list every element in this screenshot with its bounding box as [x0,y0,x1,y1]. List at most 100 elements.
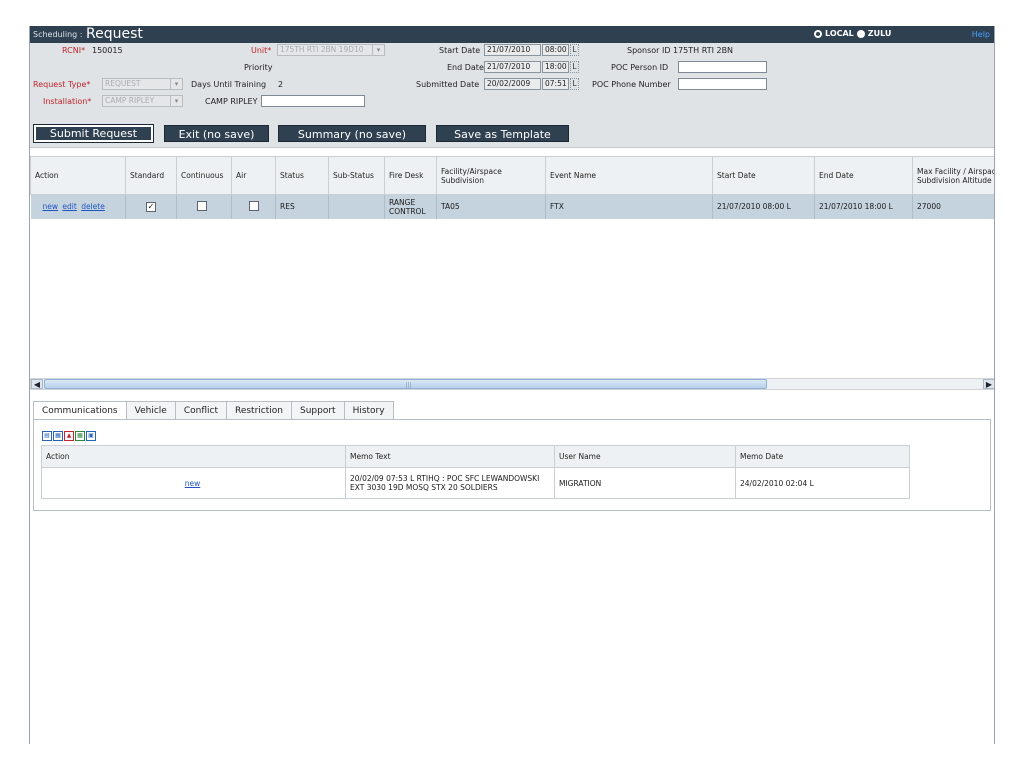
col-end-date[interactable]: End Date [814,156,913,195]
tab-vehicle[interactable]: Vehicle [125,401,176,420]
scroll-right-icon[interactable]: ▶ [983,379,994,389]
priority-label: Priority [244,63,273,72]
poc-phone-input[interactable] [678,78,767,90]
standard-checkbox[interactable]: ✓ [146,201,156,212]
col-memo-text[interactable]: Memo Text [345,445,555,468]
scrollbar-thumb[interactable]: ||| [44,379,767,389]
poc-person-input[interactable] [678,61,767,73]
col-standard[interactable]: Standard [125,156,177,195]
table-row[interactable]: new edit delete ✓ RES RANGE CONTROL TA05… [30,194,994,219]
submitted-date-label: Submitted Date [416,80,480,89]
submitted-date-input[interactable]: 20/02/2009 [484,78,541,90]
help-link[interactable]: Help [972,30,990,39]
col-user-name[interactable]: User Name [554,445,736,468]
start-date-cell: 21/07/2010 08:00 L [712,194,815,219]
col-memo-date[interactable]: Memo Date [735,445,910,468]
altitude-cell: 27000 [912,194,994,219]
air-cell [231,194,276,219]
submitted-time-input[interactable]: 07:51 [542,78,569,90]
col-start-date[interactable]: Start Date [712,156,815,195]
tab-history[interactable]: History [343,401,394,420]
excel-icon[interactable]: ▦ [53,431,63,441]
memo-date-cell: 24/02/2010 02:04 L [735,467,910,499]
camp-label: CAMP RIPLEY 1 [205,97,266,106]
col-fire-desk[interactable]: Fire Desk [384,156,437,195]
col-facility[interactable]: Facility/Airspace Subdivision [436,156,546,195]
grip-icon: ||| [405,382,412,389]
title-bar: Scheduling : Request LOCAL ZULU Help [30,26,994,43]
continuous-checkbox[interactable] [197,200,207,211]
days-label: Days Until Training [191,80,267,89]
exit-no-save-button[interactable]: Exit (no save) [164,125,269,142]
col-air[interactable]: Air [231,156,276,195]
print-icon[interactable]: ▤ [42,431,52,441]
local-label: LOCAL [825,29,854,38]
rcni-label: RCNI* [62,46,86,55]
delete-link[interactable]: delete [81,202,105,211]
app-frame: Scheduling : Request LOCAL ZULU Help RCN… [29,26,995,744]
tab-support[interactable]: Support [290,401,345,420]
scroll-left-icon[interactable]: ◀ [31,379,43,389]
start-date-input[interactable]: 21/07/2010 [484,44,541,56]
col-comm-action[interactable]: Action [41,445,346,468]
standard-cell: ✓ [125,194,177,219]
communications-panel: ▤ ▦ ▲ ▦ ▣ Action Memo Text User Name Mem… [33,419,991,511]
col-status[interactable]: Status [275,156,329,195]
zulu-radio[interactable] [856,29,865,38]
request-type-select: REQUEST ▾ [102,78,183,90]
save-as-template-button[interactable]: Save as Template [436,125,569,142]
local-radio[interactable] [814,29,822,38]
submit-request-button[interactable]: Submit Request [33,124,154,143]
tab-communications[interactable]: Communications [33,401,127,421]
request-type-label: Request Type* [33,80,91,89]
days-value: 2 [278,80,284,89]
pdf-icon[interactable]: ▲ [64,431,74,441]
poc-person-label: POC Person ID [611,63,669,72]
col-continuous[interactable]: Continuous [176,156,232,195]
horizontal-scrollbar[interactable]: ◀ ||| ▶ [30,378,994,390]
end-date-label: End Date [447,63,484,72]
communications-table: Action Memo Text User Name Memo Date new… [41,445,910,499]
sub-status-cell [328,194,385,219]
camp-input[interactable] [261,95,365,107]
csv-icon[interactable]: ▦ [75,431,85,441]
chevron-down-icon: ▾ [170,79,182,89]
col-action[interactable]: Action [30,156,126,195]
col-sub-status[interactable]: Sub-Status [328,156,385,195]
page-title: Request [86,26,143,42]
summary-no-save-button[interactable]: Summary (no save) [278,125,426,142]
edit-link[interactable]: edit [62,202,76,211]
start-tz-box[interactable]: L [570,44,579,56]
start-time-input[interactable]: 08:00 [542,44,569,56]
memo-text-cell: 20/02/09 07:53 L RTIHQ : POC SFC LEWANDO… [345,467,555,499]
col-event-name[interactable]: Event Name [545,156,713,195]
unit-label: Unit* [251,46,272,55]
end-date-input[interactable]: 21/07/2010 [484,61,541,73]
zulu-label: ZULU [867,29,892,38]
chevron-down-icon: ▾ [170,96,182,106]
timezone-toggle: LOCAL ZULU [814,29,891,38]
poc-phone-label: POC Phone Number [592,80,671,89]
word-icon[interactable]: ▣ [86,431,96,441]
submitted-tz-box[interactable]: L [570,78,579,90]
col-max-altitude[interactable]: Max Facility / Airspace Subdivision Alti… [912,156,994,195]
chevron-down-icon: ▾ [372,45,384,55]
end-time-input[interactable]: 18:00 [542,61,569,73]
new-memo-link[interactable]: new [185,479,201,488]
end-tz-box[interactable]: L [570,61,579,73]
table-header-row: Action Standard Continuous Air Status Su… [30,156,994,195]
status-cell: RES [275,194,329,219]
event-name-cell: FTX [545,194,713,219]
breadcrumb: Scheduling : [33,30,83,39]
tab-conflict[interactable]: Conflict [174,401,227,420]
request-grid: Action Standard Continuous Air Status Su… [30,156,994,219]
start-date-label: Start Date [439,46,481,55]
air-checkbox[interactable] [249,200,259,211]
unit-select: 175TH RTI 2BN 19D10 ▾ [277,44,385,56]
new-link[interactable]: new [43,202,59,211]
tab-restriction[interactable]: Restriction [225,401,292,420]
table-row[interactable]: new 20/02/09 07:53 L RTIHQ : POC SFC LEW… [41,467,910,499]
end-date-cell: 21/07/2010 18:00 L [814,194,913,219]
comm-action-cell: new [41,467,346,499]
request-table: Action Standard Continuous Air Status Su… [30,156,994,219]
